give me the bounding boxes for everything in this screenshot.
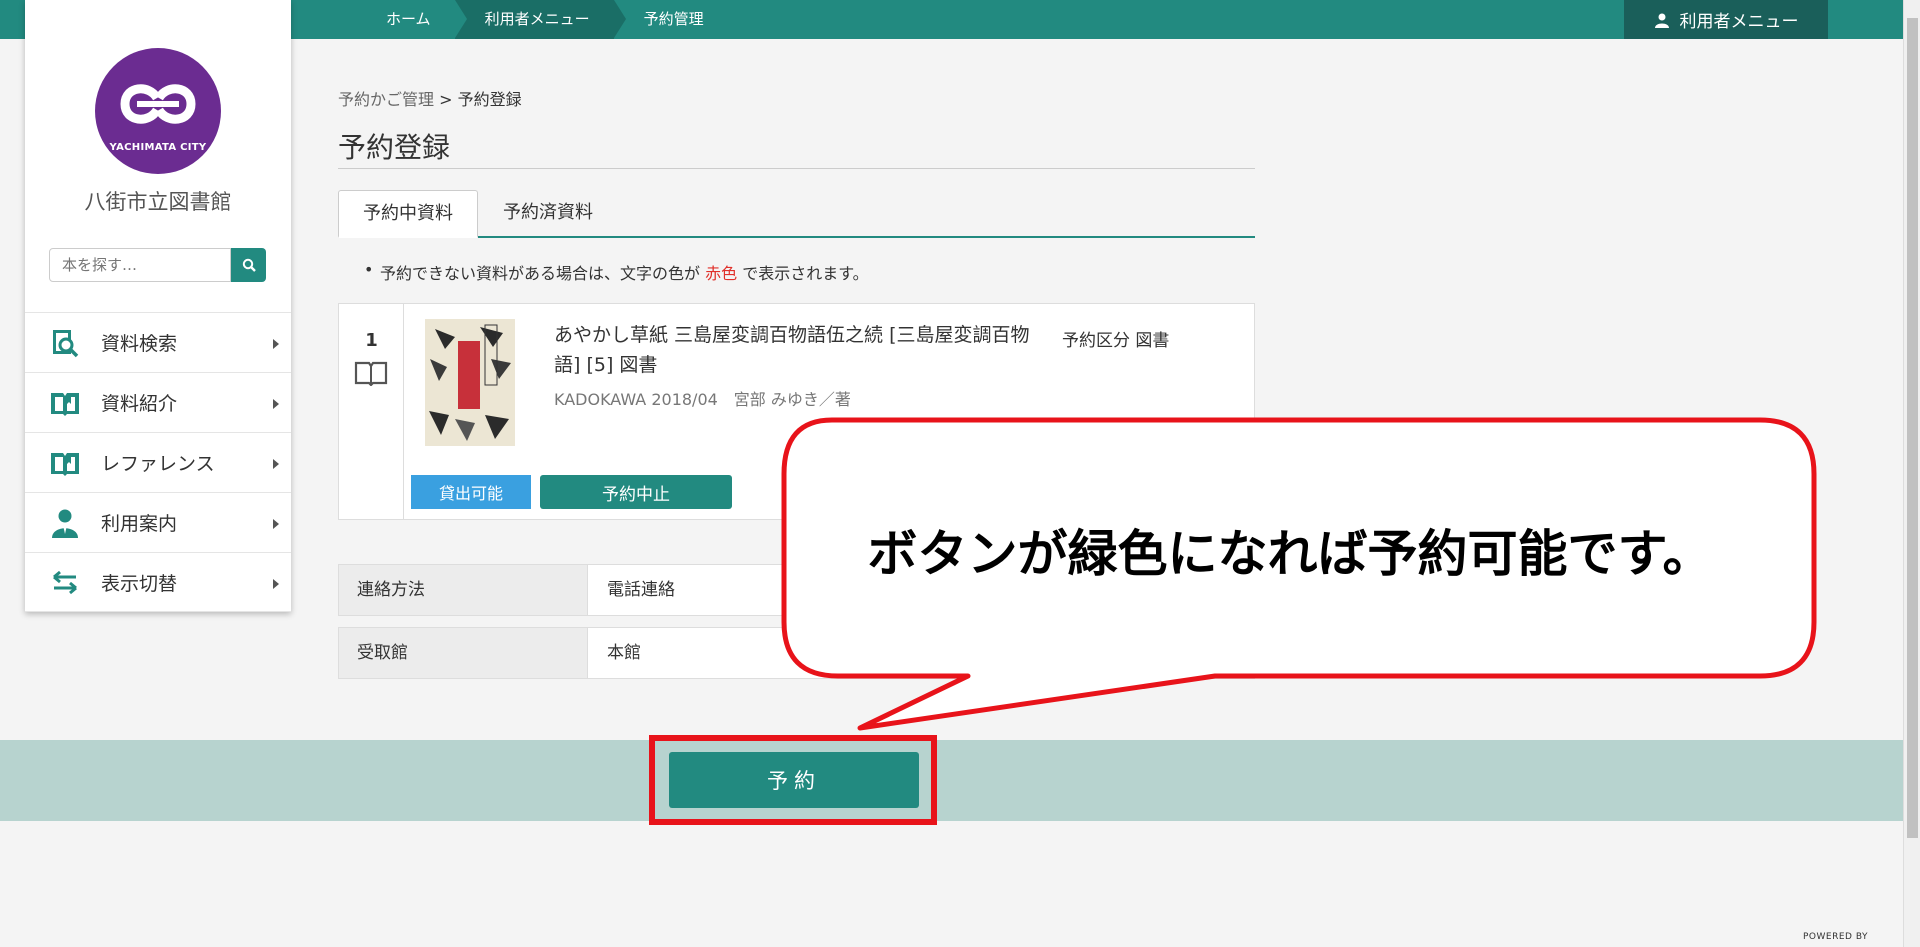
sidebar-item-material-intro[interactable]: 資料紹介 (25, 372, 291, 432)
sidebar-item-usage-guide[interactable]: 利用案内 (25, 492, 291, 552)
open-book-icon (49, 447, 81, 479)
sidebar-item-label: 表示切替 (101, 572, 178, 595)
user-icon (1654, 13, 1669, 28)
sidebar-item-label: 資料紹介 (101, 393, 178, 415)
caret-right-icon (273, 519, 279, 529)
search-button[interactable] (231, 248, 266, 282)
action-bar (0, 740, 1903, 821)
item-number-column: 1 (339, 304, 404, 519)
item-number: 1 (365, 330, 378, 351)
page-title: 予約登録 (338, 131, 451, 164)
powered-by-label: POWERED BY (1803, 932, 1869, 942)
user-menu-label: 利用者メニュー (1679, 12, 1799, 32)
notice-text: 予約できない資料がある場合は、文字の色が 赤色 で表示されます。 (364, 260, 869, 284)
caret-right-icon (273, 579, 279, 589)
scrollbar-thumb[interactable] (1907, 18, 1918, 838)
open-book-icon (49, 387, 81, 419)
contact-method-value[interactable]: 電話連絡 (607, 565, 675, 615)
item-meta: KADOKAWA 2018/04 宮部 みゆき／著 (554, 390, 851, 409)
breadcrumb: 予約かご管理 > 予約登録 (338, 86, 522, 110)
page-scrollbar[interactable] (1903, 0, 1920, 947)
pickup-library-value[interactable]: 本館 (607, 628, 641, 678)
book-cover-image[interactable] (425, 319, 515, 446)
user-menu-button[interactable]: 利用者メニュー (1624, 0, 1828, 39)
tab-reserving-materials[interactable]: 予約中資料 (338, 190, 478, 238)
item-title[interactable]: あやかし草紙 三島屋変調百物語伍之続 [三島屋変調百物語] [5] 図書 (554, 320, 1054, 380)
reserve-button[interactable]: 予約 (669, 752, 919, 808)
sidebar: YACHIMATA CITY 八街市立図書館 資料検索 (25, 0, 291, 612)
crumb-home[interactable]: ホーム (360, 0, 467, 39)
crumb-reservation-management[interactable]: 予約管理 (613, 0, 728, 39)
sidebar-menu: 資料検索 資料紹介 レファレンス 利用案内 表示切替 (25, 312, 291, 612)
breadcrumb-link-reservation-cart[interactable]: 予約かご管理 (338, 90, 434, 109)
breadcrumb-separator: > (439, 90, 453, 109)
title-divider (338, 168, 1255, 169)
sidebar-item-label: 資料検索 (101, 333, 178, 355)
pickup-library-label: 受取館 (339, 628, 588, 678)
crumb-user-menu[interactable]: 利用者メニュー (454, 0, 626, 39)
tab-reserved-materials[interactable]: 予約済資料 (478, 190, 618, 238)
item-reservation-type: 予約区分 図書 (1062, 331, 1170, 351)
status-badge: 貸出可能 (411, 475, 531, 509)
sidebar-item-material-search[interactable]: 資料検索 (25, 312, 291, 372)
person-icon (49, 507, 81, 539)
top-breadcrumb: ホーム 利用者メニュー 予約管理 (360, 0, 728, 39)
search-input[interactable] (49, 248, 231, 282)
search-icon (242, 258, 256, 272)
caret-right-icon (273, 459, 279, 469)
tab-bar: 予約中資料 予約済資料 (338, 190, 1255, 238)
search-book-icon (49, 327, 81, 359)
logo-text: YACHIMATA CITY (109, 142, 207, 153)
library-name: 八街市立図書館 (84, 190, 232, 214)
callout-text: ボタンが緑色になれば予約可能です。 (867, 525, 1713, 583)
notice-after: で表示されます。 (742, 264, 869, 283)
sidebar-item-reference[interactable]: レファレンス (25, 432, 291, 492)
caret-right-icon (273, 339, 279, 349)
sidebar-item-label: レファレンス (101, 453, 215, 475)
contact-method-label: 連絡方法 (339, 565, 588, 615)
sidebar-item-label: 利用案内 (101, 513, 178, 535)
sidebar-item-display-toggle[interactable]: 表示切替 (25, 552, 291, 612)
book-icon (354, 361, 388, 386)
breadcrumb-current: 予約登録 (457, 90, 522, 109)
swap-arrows-icon (49, 566, 81, 598)
caret-right-icon (273, 399, 279, 409)
notice-red-word: 赤色 (705, 264, 738, 283)
cancel-reservation-button[interactable]: 予約中止 (540, 475, 732, 509)
city-emblem-icon (120, 84, 196, 124)
notice-before: 予約できない資料がある場合は、文字の色が (380, 264, 701, 283)
city-logo[interactable]: YACHIMATA CITY (95, 48, 221, 174)
